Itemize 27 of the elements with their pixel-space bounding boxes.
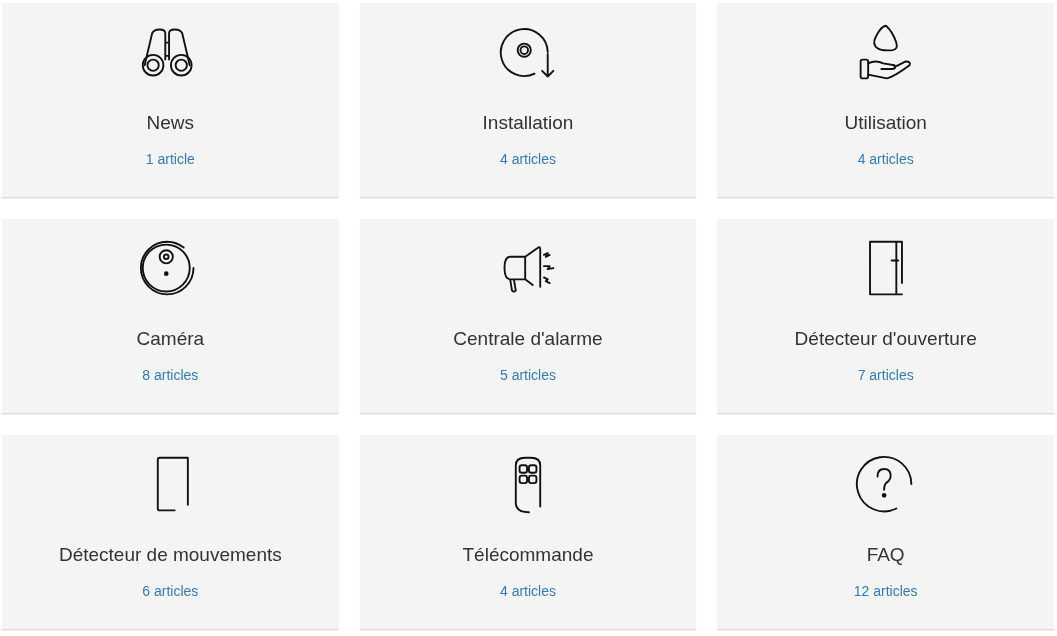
category-card[interactable]: Installation 4 articles — [359, 3, 697, 198]
article-count: 5 articles — [499, 365, 556, 385]
article-count: 4 articles — [499, 149, 556, 169]
article-count: 8 articles — [142, 365, 199, 385]
category-card[interactable]: Utilisation 4 articles — [717, 3, 1054, 198]
article-count: 12 articles — [853, 581, 918, 601]
category-title: News — [146, 112, 195, 135]
category-title: FAQ — [866, 544, 905, 567]
category-card[interactable]: Centrale d'alarme 5 articles — [359, 219, 697, 414]
category-card[interactable]: Télécommande 4 articles — [359, 435, 697, 630]
category-title: Détecteur de mouvements — [58, 544, 282, 567]
article-count: 4 articles — [499, 581, 556, 601]
article-count: 4 articles — [857, 149, 914, 169]
category-title: Détecteur d'ouverture — [794, 328, 977, 351]
category-card[interactable]: FAQ 12 articles — [717, 435, 1054, 630]
article-count: 6 articles — [142, 581, 199, 601]
category-card[interactable]: Détecteur d'ouverture 7 articles — [717, 219, 1054, 414]
category-card[interactable]: Caméra 8 articles — [2, 219, 339, 414]
category-card[interactable]: News 1 article — [2, 3, 339, 198]
category-card[interactable]: Détecteur de mouvements 6 articles — [2, 435, 339, 630]
category-title: Utilisation — [844, 112, 927, 135]
category-title: Caméra — [136, 328, 205, 351]
category-title: Installation — [482, 112, 574, 135]
article-count: 7 articles — [857, 365, 914, 385]
article-count: 1 article — [145, 149, 195, 169]
category-title: Télécommande — [462, 544, 594, 567]
category-title: Centrale d'alarme — [453, 328, 603, 351]
